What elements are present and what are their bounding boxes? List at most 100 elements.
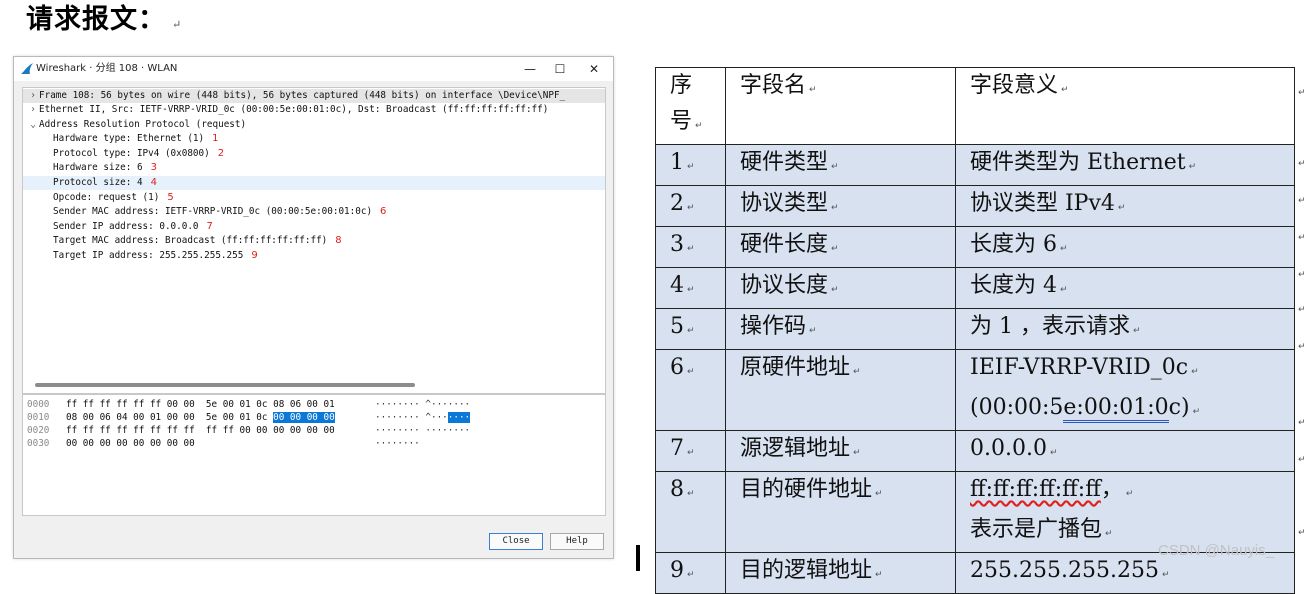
hex-offset: 0020 <box>27 425 50 436</box>
page-heading: 请求报文： ↵ <box>26 2 182 43</box>
hex-row: 0030 00 00 00 00 00 00 00 00 ········ <box>23 437 603 450</box>
paragraph-mark: ↵ <box>172 18 183 31</box>
annotation-number: 5 <box>167 192 174 203</box>
window-title: Wireshark · 分组 108 · WLAN <box>36 63 178 74</box>
tree-row-target-mac[interactable]: Target MAC address: Broadcast (ff:ff:ff:… <box>23 234 605 248</box>
wireshark-packet-window: Wireshark · 分组 108 · WLAN — ☐ ✕ › Frame 1… <box>13 56 614 559</box>
tree-row-text: Protocol size: 4 <box>53 177 143 188</box>
table-header-row: 序号 ↵ 字段名 ↵ 字段意义 ↵ <box>655 67 1295 145</box>
hex-ascii[interactable]: ········ ········ <box>375 424 470 437</box>
spelling-underline: ff:ff:ff:ff:ff:ff <box>970 477 1101 502</box>
cell-name: 目的硬件地址 ↵ <box>725 471 956 553</box>
cell-meaning: 硬件类型为 Ethernet ↵ <box>955 144 1295 186</box>
hex-bytes[interactable]: 00 00 00 00 00 00 00 00 <box>66 437 195 450</box>
cell-meaning: 协议类型 IPv4 ↵ <box>955 185 1295 227</box>
expand-chevron-icon[interactable]: › <box>27 103 39 117</box>
cell-name: 协议长度 ↵ <box>725 267 956 309</box>
hex-bytes[interactable]: 08 00 06 04 00 01 00 00 5e 00 01 0c 00 0… <box>66 411 335 424</box>
tree-row-text: Sender MAC address: IETF-VRRP-VRID_0c (0… <box>53 206 373 217</box>
cell-no: 3 ↵ <box>655 226 726 268</box>
table-row: 2 ↵ 协议类型 ↵ 协议类型 IPv4 ↵ <box>655 185 1295 227</box>
tree-row-text: Address Resolution Protocol (request) <box>39 119 247 130</box>
annotation-number: 4 <box>150 177 157 188</box>
annotation-number: 7 <box>206 221 213 232</box>
tree-row-arp[interactable]: ⌄ Address Resolution Protocol (request) <box>23 118 605 132</box>
cell-meaning: 0.0.0.0 ↵ <box>955 430 1295 472</box>
tree-row-text: Target IP address: 255.255.255.255 <box>53 250 244 261</box>
cell-name: 硬件长度 ↵ <box>725 226 956 268</box>
cell-name: 源逻辑地址 ↵ <box>725 430 956 472</box>
annotation-number: 3 <box>150 162 157 173</box>
wireshark-fin-icon <box>21 63 33 74</box>
packet-bytes-pane[interactable]: 0000 ff ff ff ff ff ff 00 00 5e 00 01 0c … <box>22 394 606 516</box>
table-row: 8 ↵ 目的硬件地址 ↵ ff:ff:ff:ff:ff:ff， ↵ 表示是广播包 ↵ <box>655 471 1295 553</box>
hex-ascii[interactable]: ········ ^······· <box>375 411 471 424</box>
header-no: 序号 ↵ <box>655 67 726 145</box>
hex-offset: 0000 <box>27 399 50 410</box>
close-button[interactable]: Close <box>489 533 543 550</box>
hex-ascii[interactable]: ········ ^······· <box>375 398 470 411</box>
annotation-number: 6 <box>380 206 387 217</box>
arp-fields-table: 序号 ↵ 字段名 ↵ 字段意义 ↵ 1 ↵ 硬件类型 ↵ 硬件类型为 Ethernet ↵ 2 ↵… <box>655 67 1295 594</box>
tree-row-text: Hardware type: Ethernet (1) <box>53 133 205 144</box>
cell-name: 操作码 ↵ <box>725 308 956 350</box>
tree-row-text: Ethernet II, Src: IETF-VRRP-VRID_0c (00:… <box>39 104 549 115</box>
cell-meaning: 长度为 6 ↵ <box>955 226 1295 268</box>
tree-row-opcode[interactable]: Opcode: request (1) 5 <box>23 191 605 205</box>
annotation-number: 1 <box>212 133 219 144</box>
cell-name: 目的逻辑地址 ↵ <box>725 552 956 594</box>
cell-meaning: ff:ff:ff:ff:ff:ff， ↵ 表示是广播包 ↵ <box>955 471 1295 553</box>
table-row: 1 ↵ 硬件类型 ↵ 硬件类型为 Ethernet ↵ <box>655 144 1295 186</box>
annotation-number: 8 <box>335 235 342 246</box>
tree-row-hardware-size[interactable]: Hardware size: 6 3 <box>23 161 605 175</box>
cell-meaning: 长度为 4 ↵ <box>955 267 1295 309</box>
cell-no: 6 ↵ <box>655 349 726 431</box>
highlighted-ascii[interactable]: ···· <box>447 412 471 423</box>
cell-no: 1 ↵ <box>655 144 726 186</box>
packet-details-tree[interactable]: › Frame 108: 56 bytes on wire (448 bits),… <box>22 87 606 394</box>
grammar-underline: e:00:01:0 <box>1063 395 1169 423</box>
watermark: CSDN @Nauyis_ <box>1158 542 1275 559</box>
hex-row: 0020 ff ff ff ff ff ff ff ff ff ff 00 00 … <box>23 424 603 437</box>
header-field-name: 字段名 ↵ <box>725 67 956 145</box>
table-row: 5 ↵ 操作码 ↵ 为 1 ，表示请求 ↵ <box>655 308 1295 350</box>
cell-name: 原硬件地址 ↵ <box>725 349 956 431</box>
tree-row-protocol-size[interactable]: Protocol size: 4 4 <box>23 176 605 190</box>
cell-no: 8 ↵ <box>655 471 726 553</box>
maximize-button[interactable]: ☐ <box>546 59 574 79</box>
annotation-number: 9 <box>251 250 258 261</box>
hex-offset: 0030 <box>27 438 50 449</box>
tree-row-target-ip[interactable]: Target IP address: 255.255.255.255 9 <box>23 249 605 263</box>
close-window-button[interactable]: ✕ <box>580 59 608 79</box>
expand-chevron-icon[interactable]: › <box>27 89 39 103</box>
page-heading-text: 请求报文： <box>26 4 166 35</box>
tree-row-frame[interactable]: › Frame 108: 56 bytes on wire (448 bits),… <box>23 89 605 103</box>
tree-row-text: Hardware size: 6 <box>53 162 143 173</box>
minimize-button[interactable]: — <box>516 59 544 79</box>
hex-bytes[interactable]: ff ff ff ff ff ff ff ff ff ff 00 00 00 0… <box>66 424 335 437</box>
cell-no: 7 ↵ <box>655 430 726 472</box>
tree-row-ethernet[interactable]: › Ethernet II, Src: IETF-VRRP-VRID_0c (00… <box>23 103 605 117</box>
table-row: 7 ↵ 源逻辑地址 ↵ 0.0.0.0 ↵ <box>655 430 1295 472</box>
hex-offset: 0010 <box>27 412 50 423</box>
tree-row-text: Sender IP address: 0.0.0.0 <box>53 221 199 232</box>
help-button[interactable]: Help <box>550 533 604 550</box>
cell-no: 2 ↵ <box>655 185 726 227</box>
horizontal-scrollbar[interactable] <box>35 383 415 387</box>
tree-row-text: Protocol type: IPv4 (0x0800) <box>53 148 210 159</box>
header-field-meaning: 字段意义 ↵ <box>955 67 1295 145</box>
tree-row-protocol-type[interactable]: Protocol type: IPv4 (0x0800) 2 <box>23 147 605 161</box>
highlighted-bytes[interactable]: 00 00 00 00 <box>273 412 335 423</box>
cell-meaning: IEIF-VRRP-VRID_0c ↵ (00:00:5e:00:01:0c) ↵ <box>955 349 1295 431</box>
cell-name: 硬件类型 ↵ <box>725 144 956 186</box>
tree-row-sender-ip[interactable]: Sender IP address: 0.0.0.0 7 <box>23 220 605 234</box>
hex-bytes[interactable]: ff ff ff ff ff ff 00 00 5e 00 01 0c 08 0… <box>66 398 335 411</box>
tree-row-hardware-type[interactable]: Hardware type: Ethernet (1) 1 <box>23 132 605 146</box>
hex-ascii[interactable]: ········ <box>375 437 420 450</box>
collapse-chevron-icon[interactable]: ⌄ <box>27 118 39 132</box>
table-row: 6 ↵ 原硬件地址 ↵ IEIF-VRRP-VRID_0c ↵ (00:00:5e:00:0… <box>655 349 1295 431</box>
cell-meaning: 为 1 ，表示请求 ↵ <box>955 308 1295 350</box>
annotation-number: 2 <box>217 148 225 159</box>
tree-row-sender-mac[interactable]: Sender MAC address: IETF-VRRP-VRID_0c (0… <box>23 205 605 219</box>
table-row: 4 ↵ 协议长度 ↵ 长度为 4 ↵ <box>655 267 1295 309</box>
